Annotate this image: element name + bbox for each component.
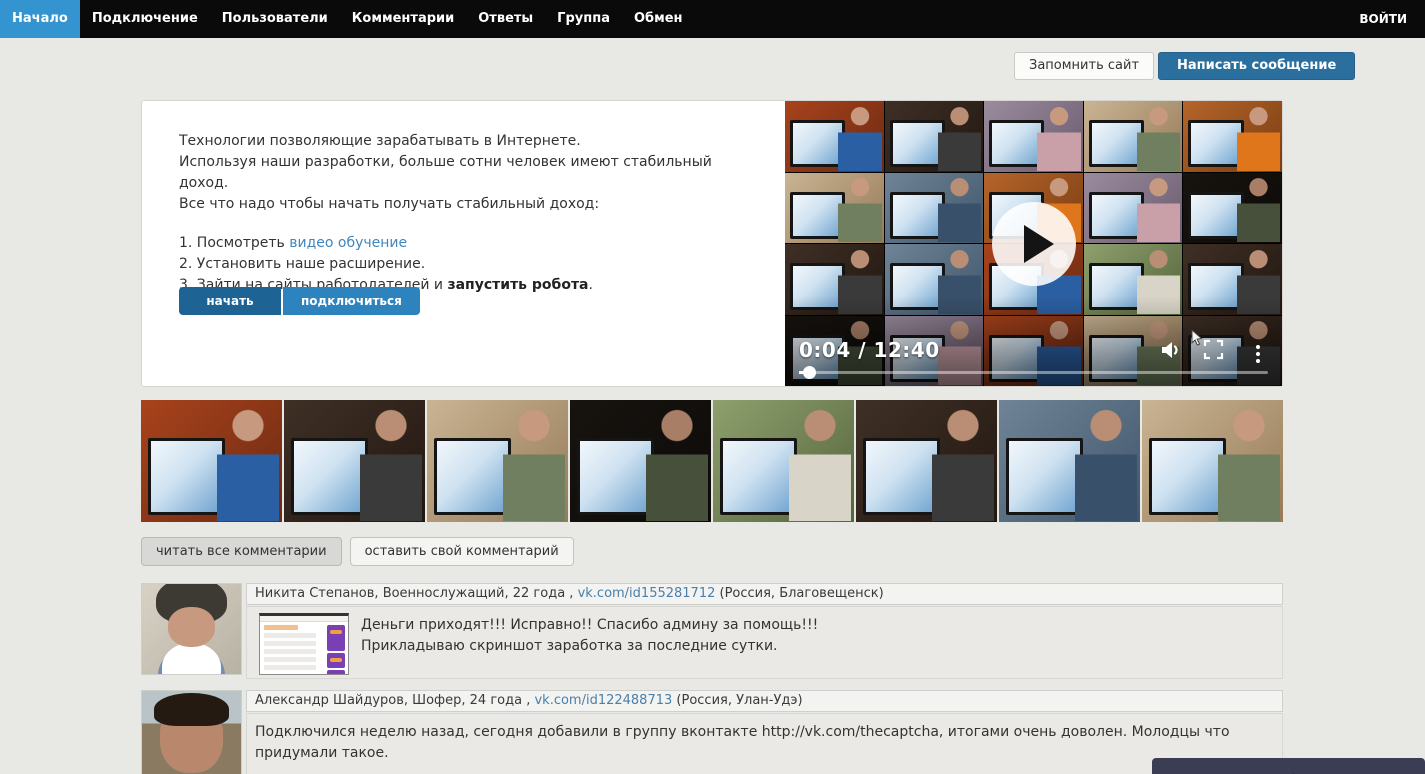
start-button[interactable]: начать [179,287,281,315]
collage-photo [1084,101,1183,172]
kebab-menu-icon[interactable] [1256,342,1260,366]
intro-buttons: начать подключиться [179,287,420,315]
send-message-chat-widget[interactable]: Отправить сообщение [1152,758,1425,774]
intro-line-2: Используя наши разработки, больше сотни … [179,152,759,194]
step-1: 1. Посмотреть видео обучение [179,233,759,254]
comment-author: Никита Степанов, Военнослужащий, 22 года… [255,586,578,601]
comment-buttons: читать все комментарии оставить свой ком… [141,537,574,566]
collage-photo [885,101,984,172]
strip-photo [999,400,1140,522]
video-training-link[interactable]: видео обучение [289,235,407,251]
avatar [141,583,242,675]
strip-photo [1142,400,1283,522]
comment-text-line: Деньги приходят!!! Исправно!! Спасибо ад… [361,615,1272,636]
comment-body: Деньги приходят!!! Исправно!! Спасибо ад… [246,606,1283,679]
vk-profile-link[interactable]: vk.com/id122488713 [534,693,672,708]
step-2: 2. Установить наше расширение. [179,254,759,275]
collage-photo [785,173,884,244]
comment-location: (Россия, Улан-Удэ) [672,693,802,708]
comment-author: Александр Шайдуров, Шофер, 24 года , [255,693,534,708]
main-card: Технологии позволяющие зарабатывать в Ин… [141,100,1283,387]
fullscreen-icon[interactable] [1203,339,1224,364]
nav-item-answers[interactable]: Ответы [466,0,545,38]
collage-photo [1183,101,1282,172]
intro-line-3: Все что надо чтобы начать получать стаби… [179,194,759,215]
nav-item-users[interactable]: Пользователи [210,0,340,38]
collage-photo [1183,173,1282,244]
volume-icon[interactable] [1160,340,1182,364]
read-all-comments-button[interactable]: читать все комментарии [141,537,342,566]
strip-photo [713,400,854,522]
nav-item-group[interactable]: Группа [545,0,622,38]
strip-photo [141,400,282,522]
collage-photo [984,101,1083,172]
nav-item-connection[interactable]: Подключение [80,0,210,38]
step-3-bold: запустить робота [447,277,588,293]
comment-header: Александр Шайдуров, Шофер, 24 года , vk.… [246,690,1283,712]
earnings-screenshot-thumbnail[interactable] [259,613,349,675]
leave-comment-button[interactable]: оставить свой комментарий [350,537,574,566]
video-time-display: 0:04 / 12:40 [799,338,940,362]
video-progress-handle[interactable] [803,366,816,379]
strip-photo [427,400,568,522]
remember-site-button[interactable]: Запомнить сайт [1014,52,1154,80]
photo-strip [141,400,1283,522]
comment-text-line: Прикладываю скриншот заработка за послед… [361,636,1272,657]
collage-photo [1084,173,1183,244]
write-message-button[interactable]: Написать сообщение [1158,52,1355,80]
video-progress-bar[interactable] [799,371,1268,374]
avatar [141,690,242,774]
collage-photo [885,173,984,244]
step-3-suffix: . [589,277,593,293]
nav-item-home[interactable]: Начало [0,0,80,38]
vk-profile-link[interactable]: vk.com/id155281712 [578,586,716,601]
strip-photo [284,400,425,522]
intro-text: Технологии позволяющие зарабатывать в Ин… [179,131,759,296]
comment-item: Никита Степанов, Военнослужащий, 22 года… [141,583,1283,679]
strip-photo [570,400,711,522]
nav-item-comments[interactable]: Комментарии [340,0,466,38]
comment-item: Александр Шайдуров, Шофер, 24 года , vk.… [141,690,1283,774]
connect-button[interactable]: подключиться [283,287,420,315]
intro-line-1: Технологии позволяющие зарабатывать в Ин… [179,131,759,152]
strip-photo [856,400,997,522]
comment-header: Никита Степанов, Военнослужащий, 22 года… [246,583,1283,605]
top-nav: Начало Подключение Пользователи Коммента… [0,0,1425,38]
comment-body: Подключился неделю назад, сегодня добави… [246,713,1283,774]
login-link[interactable]: войти [1359,0,1407,38]
header-actions: Запомнить сайт Написать сообщение [1014,52,1355,80]
step-1-text: 1. Посмотреть [179,235,289,251]
play-icon[interactable] [992,202,1076,286]
video-player[interactable]: 0:04 / 12:40 [785,101,1282,386]
comment-text-line: Подключился неделю назад, сегодня добави… [255,722,1272,764]
nav-item-exchange[interactable]: Обмен [622,0,695,38]
collage-photo [785,101,884,172]
comment-location: (Россия, Благовещенск) [715,586,883,601]
